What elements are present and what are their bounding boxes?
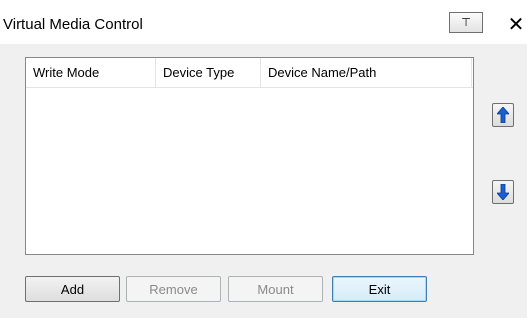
arrow-down-icon — [497, 184, 509, 200]
list-header: Write Mode Device Type Device Name/Path — [26, 58, 473, 88]
remove-button[interactable]: Remove — [126, 276, 221, 302]
move-down-button[interactable] — [492, 180, 514, 204]
close-button[interactable]: ✕ — [506, 12, 526, 36]
pin-icon: ⊤ — [461, 17, 471, 29]
column-header-label: Device Name/Path — [268, 65, 377, 80]
mount-button[interactable]: Mount — [228, 276, 323, 302]
column-header-device-name-path[interactable]: Device Name/Path — [261, 58, 473, 87]
arrow-up-icon — [497, 107, 509, 123]
move-up-button[interactable] — [492, 103, 514, 127]
title-bar: Virtual Media Control ⊤ ✕ — [0, 0, 527, 44]
column-header-device-type[interactable]: Device Type — [156, 58, 261, 87]
add-button[interactable]: Add — [25, 276, 120, 302]
exit-button[interactable]: Exit — [332, 276, 427, 302]
device-list[interactable]: Write Mode Device Type Device Name/Path — [25, 57, 474, 255]
column-header-write-mode[interactable]: Write Mode — [26, 58, 156, 87]
header-divider — [471, 58, 472, 87]
pin-button[interactable]: ⊤ — [449, 12, 483, 33]
window-title: Virtual Media Control — [3, 16, 143, 33]
close-icon: ✕ — [507, 13, 525, 36]
